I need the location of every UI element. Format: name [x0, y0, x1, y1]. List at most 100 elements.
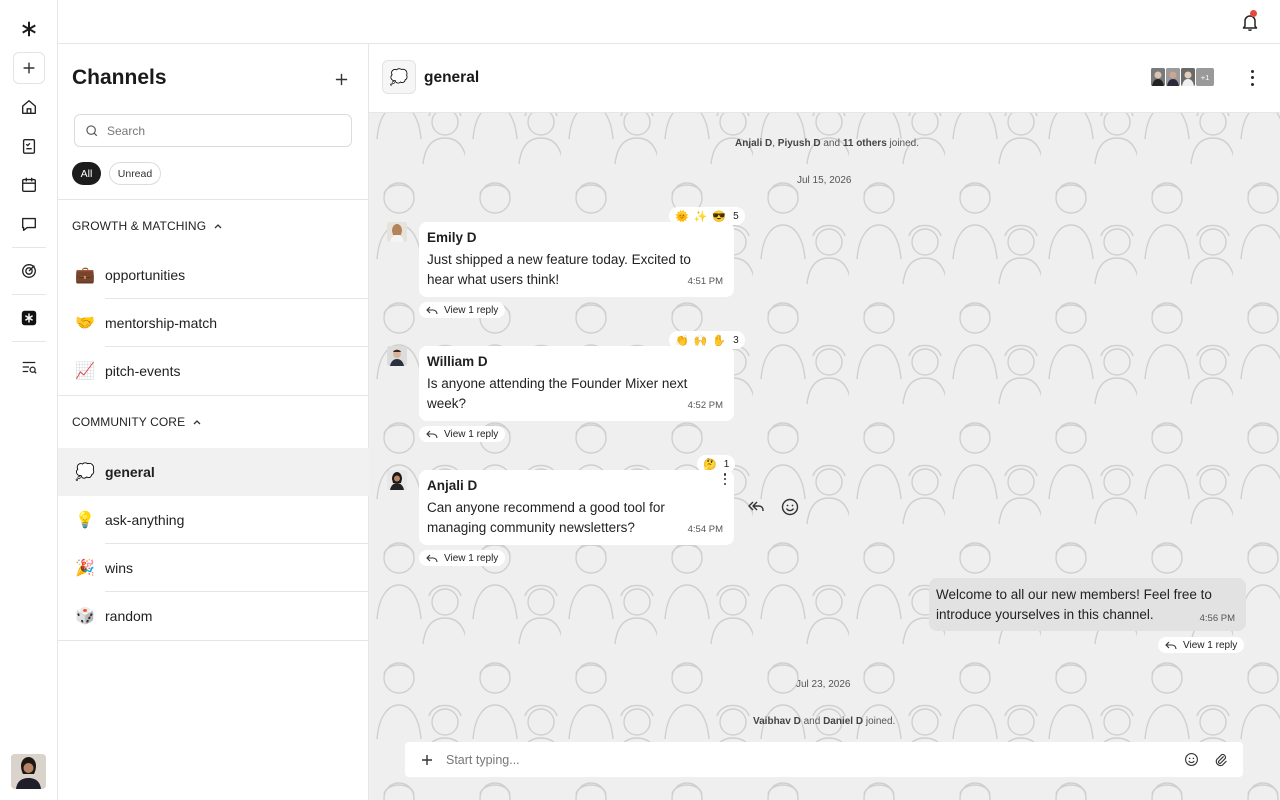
- chat-icon[interactable]: [13, 208, 45, 240]
- channel-name: general: [105, 464, 155, 480]
- channels-panel: Channels All Unread GROWTH & MATCHING 💼 …: [58, 44, 369, 800]
- lightbulb-icon: 💡: [75, 512, 95, 529]
- sender-name: Anjali D: [427, 478, 478, 493]
- chevron-up-icon: [214, 224, 222, 229]
- reaction-count: 3: [733, 334, 739, 346]
- sender-name: Emily D: [427, 230, 477, 245]
- chart-up-icon: 📈: [75, 363, 95, 380]
- target-icon[interactable]: [13, 255, 45, 287]
- top-bar: [58, 0, 1280, 44]
- channels-title: Channels: [72, 66, 167, 89]
- view-reply-button[interactable]: View 1 reply: [419, 302, 506, 318]
- search-icon: [86, 124, 98, 136]
- member-avatar: [1151, 68, 1165, 86]
- message-bubble[interactable]: William D Is anyone attending the Founde…: [419, 346, 734, 421]
- channel-wins[interactable]: 🎉 wins: [58, 544, 369, 592]
- chat-area: 💭 general +1 Anjali D, Piyush D and 11 o…: [369, 44, 1280, 800]
- rail-divider: [12, 294, 46, 295]
- view-reply-button[interactable]: View 1 reply: [419, 426, 506, 442]
- sunglasses-emoji-icon: 😎: [712, 210, 727, 223]
- member-avatar: [1181, 68, 1195, 86]
- hand-emoji-icon: ✋: [712, 334, 727, 347]
- rail-divider: [12, 247, 46, 248]
- chevron-up-icon: [193, 420, 201, 425]
- reply-action-button[interactable]: [745, 496, 767, 518]
- reply-all-icon: [748, 501, 764, 511]
- channel-name: pitch-events: [105, 363, 181, 379]
- attachment-icon[interactable]: [1213, 752, 1228, 767]
- message-bubble[interactable]: Anjali D Can anyone recommend a good too…: [419, 470, 734, 545]
- date-separator: Jul 23, 2026: [796, 679, 851, 690]
- filter-unread[interactable]: Unread: [109, 162, 161, 185]
- search-input[interactable]: [107, 123, 337, 138]
- plus-icon[interactable]: [420, 753, 434, 767]
- add-reaction-button[interactable]: [779, 496, 801, 518]
- smiley-icon: [781, 498, 799, 516]
- date-separator: Jul 15, 2026: [797, 175, 852, 186]
- notification-dot: [1250, 10, 1257, 17]
- panel-divider: [58, 640, 369, 641]
- panel-divider: [58, 395, 369, 396]
- channel-random[interactable]: 🎲 random: [58, 592, 369, 640]
- reply-icon: [426, 306, 438, 314]
- message-text: Can anyone recommend a good tool for man…: [427, 500, 665, 535]
- chat-header: 💭 general +1: [369, 44, 1280, 113]
- briefcase-icon: 💼: [75, 267, 95, 284]
- reply-icon: [426, 554, 438, 562]
- channel-general[interactable]: 💭 general: [58, 448, 369, 496]
- system-joined-message: Anjali D, Piyush D and 11 others joined.: [735, 138, 920, 149]
- reply-label: View 1 reply: [444, 304, 499, 316]
- section-label: GROWTH & MATCHING: [72, 219, 207, 233]
- home-icon[interactable]: [13, 91, 45, 123]
- channel-name: random: [105, 608, 153, 624]
- reaction-count: 5: [733, 210, 739, 222]
- message-text: Just shipped a new feature today. Excite…: [427, 252, 691, 287]
- message-input[interactable]: [446, 752, 1166, 767]
- channel-search[interactable]: [74, 114, 352, 147]
- thinking-emoji-icon: 🤔: [703, 458, 717, 471]
- channel-name: mentorship-match: [105, 315, 218, 331]
- user-avatar[interactable]: [11, 754, 46, 789]
- avatar[interactable]: [387, 222, 407, 242]
- app-icon[interactable]: [13, 302, 45, 334]
- section-community-core[interactable]: COMMUNITY CORE: [72, 415, 202, 429]
- logo-icon[interactable]: [13, 13, 45, 45]
- reply-icon: [426, 430, 438, 438]
- calendar-icon[interactable]: [13, 169, 45, 201]
- members-more-badge: +1: [1196, 68, 1214, 86]
- message-time: 4:54 PM: [687, 524, 723, 535]
- sender-name: William D: [427, 354, 488, 369]
- add-channel-button[interactable]: [330, 68, 352, 90]
- search-list-icon[interactable]: [13, 351, 45, 383]
- message-text: Is anyone attending the Founder Mixer ne…: [427, 376, 688, 411]
- dice-icon: 🎲: [75, 608, 95, 625]
- own-message-bubble[interactable]: Welcome to all our new members! Feel fre…: [929, 578, 1246, 631]
- clap-emoji-icon: 👏: [675, 334, 689, 347]
- view-reply-button[interactable]: View 1 reply: [419, 550, 506, 566]
- avatar[interactable]: [387, 470, 407, 490]
- filter-all[interactable]: All: [72, 162, 101, 185]
- reaction-count: 1: [723, 458, 730, 470]
- system-joined-message: Vaibhav D and Daniel D joined.: [753, 716, 896, 727]
- message-bubble[interactable]: Emily D Just shipped a new feature today…: [419, 222, 734, 297]
- add-icon[interactable]: [13, 52, 45, 84]
- app-rail: [0, 0, 58, 800]
- section-growth-matching[interactable]: GROWTH & MATCHING: [72, 219, 223, 233]
- channel-ask-anything[interactable]: 💡 ask-anything: [58, 496, 369, 544]
- sun-emoji-icon: 🌞: [675, 210, 689, 223]
- more-options-icon[interactable]: [1245, 68, 1259, 88]
- avatar[interactable]: [387, 346, 407, 366]
- channel-opportunities[interactable]: 💼 opportunities: [58, 251, 369, 299]
- channel-mentorship-match[interactable]: 🤝 mentorship-match: [58, 299, 369, 347]
- view-reply-button[interactable]: View 1 reply: [1158, 637, 1245, 653]
- message-composer[interactable]: [405, 742, 1243, 777]
- message-options-icon[interactable]: [721, 473, 729, 485]
- emoji-icon[interactable]: [1184, 752, 1199, 767]
- thought-bubble-icon: 💭: [382, 60, 416, 94]
- channel-pitch-events[interactable]: 📈 pitch-events: [58, 347, 369, 395]
- plus-icon: [335, 73, 347, 85]
- member-avatar: [1166, 68, 1180, 86]
- tasks-icon[interactable]: [13, 130, 45, 162]
- channel-name: opportunities: [105, 267, 186, 283]
- member-avatars[interactable]: +1: [1151, 68, 1214, 86]
